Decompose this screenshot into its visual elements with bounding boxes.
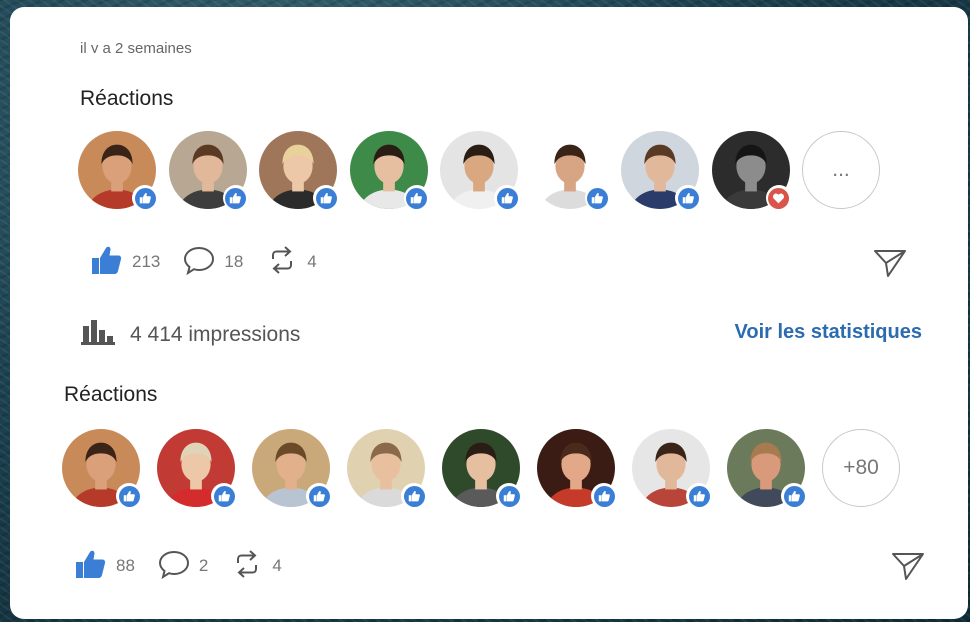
send-icon[interactable]	[890, 550, 926, 587]
avatar-5[interactable]	[442, 429, 522, 509]
avatar-1[interactable]	[78, 131, 158, 211]
avatar-6[interactable]	[537, 429, 617, 509]
avatar-4[interactable]	[347, 429, 427, 509]
like-action[interactable]: 88	[74, 549, 135, 584]
like-reaction-icon	[494, 185, 520, 211]
like-count: 213	[132, 252, 161, 271]
repost-action[interactable]: 4	[265, 243, 317, 282]
like-reaction-icon	[781, 483, 807, 509]
reactions-title: Réactions	[64, 383, 158, 406]
avatar-2[interactable]	[157, 429, 237, 509]
like-reaction-icon	[675, 185, 701, 211]
post-actions: 88 2 4	[74, 546, 304, 586]
avatar-5[interactable]	[440, 131, 520, 211]
reactions-avatars: ...	[78, 131, 898, 213]
like-reaction-icon	[496, 483, 522, 509]
reactions-title: Réactions	[80, 87, 174, 110]
avatar-8[interactable]	[711, 131, 792, 211]
avatar-1[interactable]	[62, 429, 142, 509]
repost-count: 4	[272, 556, 282, 575]
like-reaction-icon	[401, 483, 427, 509]
like-reaction-icon	[116, 483, 142, 509]
avatar-8[interactable]	[727, 429, 807, 509]
post-card: il y a 2 semaines Réactions ... 213 18 4	[10, 7, 968, 619]
comment-action[interactable]: 18	[182, 245, 243, 280]
avatar-2[interactable]	[168, 131, 249, 211]
avatar-6[interactable]	[530, 131, 611, 211]
post-actions: 213 18 4	[90, 242, 339, 282]
impressions-count: 4 414 impressions	[130, 322, 301, 346]
send-icon[interactable]	[872, 247, 908, 284]
like-reaction-icon	[222, 185, 249, 211]
like-reaction-icon	[584, 185, 611, 211]
more-reactions-button[interactable]: +80	[822, 429, 900, 507]
avatar-4[interactable]	[349, 131, 430, 211]
like-icon	[74, 549, 108, 584]
like-icon	[90, 245, 124, 280]
comment-icon	[157, 549, 191, 584]
avatar-3[interactable]	[252, 429, 332, 509]
like-reaction-icon	[686, 483, 712, 509]
bar-chart-icon	[80, 318, 116, 351]
comment-count: 2	[198, 556, 209, 575]
repost-count: 4	[307, 252, 317, 271]
like-reaction-icon	[313, 185, 339, 211]
comment-icon	[182, 245, 216, 280]
comment-count: 18	[224, 252, 244, 271]
post-timestamp: il y a 2 semaines	[80, 40, 192, 53]
avatar-7[interactable]	[621, 131, 701, 211]
like-reaction-icon	[132, 185, 158, 211]
view-statistics-link[interactable]: Voir les statistiques	[735, 321, 922, 344]
like-reaction-icon	[403, 185, 430, 211]
love-reaction-icon	[765, 185, 792, 211]
avatar-7[interactable]	[632, 429, 712, 509]
like-count: 88	[116, 556, 135, 575]
like-reaction-icon	[306, 483, 332, 509]
reactions-avatars: +80	[62, 429, 902, 511]
like-reaction-icon	[211, 483, 237, 509]
repost-action[interactable]: 4	[230, 547, 282, 586]
like-action[interactable]: 213	[90, 245, 160, 280]
post-feed: il y a 2 semaines Réactions ... 213 18 4	[10, 7, 968, 619]
repost-icon	[230, 547, 264, 586]
impressions-row: 4 414 impressions	[80, 318, 300, 351]
comment-action[interactable]: 2	[157, 549, 208, 584]
repost-icon	[265, 243, 299, 282]
avatar-3[interactable]	[259, 131, 339, 211]
more-reactions-button[interactable]: ...	[802, 131, 880, 209]
like-reaction-icon	[591, 483, 617, 509]
